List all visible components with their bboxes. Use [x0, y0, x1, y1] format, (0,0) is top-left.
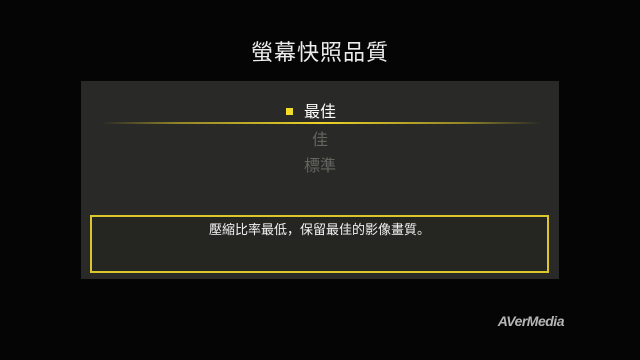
- selection-underline: [101, 122, 541, 124]
- option-best-label-wrap: 最佳: [285, 102, 336, 122]
- option-standard[interactable]: 標準: [81, 156, 559, 176]
- option-standard-label: 標準: [303, 156, 336, 175]
- quality-menu-panel: 最佳 佳 標準 壓縮比率最低，保留最佳的影像畫質。: [81, 81, 559, 279]
- selected-bullet-icon: [285, 108, 293, 115]
- option-best[interactable]: 最佳: [81, 102, 559, 122]
- option-best-label: 最佳: [303, 102, 336, 121]
- screen-title: 螢幕快照品質: [250, 41, 389, 66]
- option-good[interactable]: 佳: [81, 130, 559, 150]
- description-box: 壓縮比率最低，保留最佳的影像畫質。: [90, 215, 549, 273]
- description-text: 壓縮比率最低，保留最佳的影像畫質。: [208, 223, 430, 238]
- brand-logo: AVerMedia: [497, 313, 565, 329]
- option-good-label: 佳: [311, 130, 328, 149]
